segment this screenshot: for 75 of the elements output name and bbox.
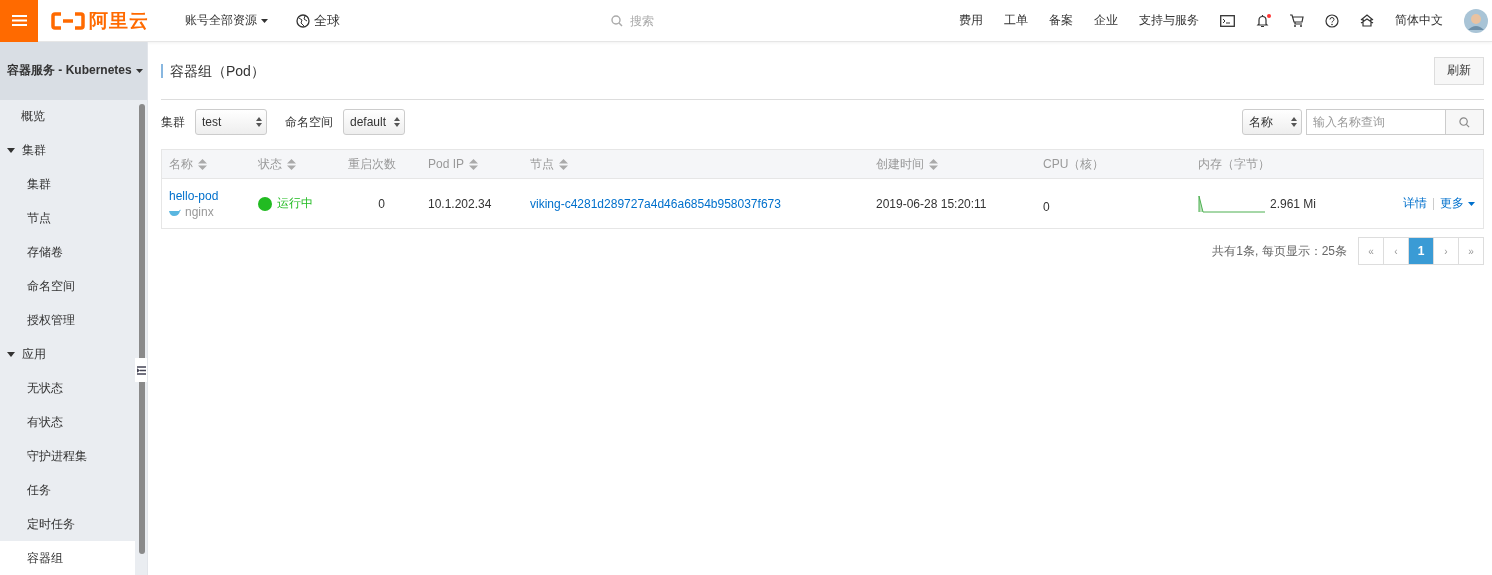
cart-icon[interactable] bbox=[1290, 14, 1304, 27]
sidebar-item[interactable]: 存储卷 bbox=[0, 235, 135, 270]
sidebar-item[interactable]: 有状态 bbox=[0, 405, 135, 440]
sidebar-item[interactable]: 定时任务 bbox=[0, 507, 135, 542]
filter-select[interactable]: default bbox=[343, 109, 406, 135]
sidebar-item[interactable]: 命名空间 bbox=[0, 269, 135, 304]
filter-select[interactable]: test bbox=[195, 109, 267, 135]
collapse-handle-icon[interactable] bbox=[135, 358, 147, 382]
region-selector[interactable]: 全球 bbox=[296, 11, 340, 30]
sort-icon[interactable] bbox=[929, 158, 938, 170]
search-field-select[interactable]: 名称 bbox=[1242, 109, 1302, 135]
menu-button[interactable] bbox=[0, 0, 38, 42]
column-header: 重启次数 bbox=[348, 155, 396, 173]
help-icon[interactable] bbox=[1325, 13, 1339, 28]
table-cell: 0 bbox=[378, 196, 385, 211]
sidebar-item[interactable]: 无状态 bbox=[0, 371, 135, 406]
action-link[interactable]: 更多 bbox=[1440, 195, 1475, 212]
sidebar-item[interactable]: 概览 bbox=[0, 99, 135, 134]
sort-icon[interactable] bbox=[559, 158, 568, 170]
filter-label: 命名空间 bbox=[285, 113, 333, 131]
menu-icon bbox=[11, 15, 27, 26]
status-text: 运行中 bbox=[277, 195, 313, 212]
search-button[interactable] bbox=[1446, 109, 1484, 135]
caret-icon bbox=[261, 18, 268, 23]
nav-link[interactable]: 费用 bbox=[959, 12, 983, 29]
sidebar-item[interactable]: 容器组 bbox=[0, 541, 135, 575]
scrollbar[interactable] bbox=[139, 104, 145, 554]
search-icon bbox=[1459, 116, 1470, 128]
pagination-summary: 共有1条, 每页显示：25条 bbox=[1212, 242, 1347, 260]
avatar-icon[interactable] bbox=[1464, 8, 1488, 33]
pod-name-link[interactable]: hello-pod bbox=[169, 188, 219, 203]
table-cell: 10.1.202.34 bbox=[428, 196, 492, 211]
sidebar-item[interactable]: 守护进程集 bbox=[0, 439, 135, 474]
language-selector[interactable]: 简体中文 bbox=[1395, 12, 1443, 29]
memory-sparkline bbox=[1198, 194, 1266, 213]
sidebar-item[interactable]: 任务 bbox=[0, 473, 135, 508]
search-icon bbox=[611, 14, 623, 27]
table-cell: 0 bbox=[1043, 199, 1050, 214]
table-cell: 2019-06-28 15:20:11 bbox=[876, 196, 987, 211]
column-header: CPU（核） bbox=[1043, 155, 1105, 173]
logo-icon bbox=[51, 11, 85, 30]
select-arrows-icon bbox=[394, 117, 401, 127]
caret-icon bbox=[7, 351, 15, 357]
caret-icon bbox=[7, 148, 15, 154]
home-icon[interactable] bbox=[1360, 14, 1374, 27]
table-cell: 2.961 Mi bbox=[1270, 196, 1317, 211]
page-title: 容器组（Pod） bbox=[161, 63, 265, 78]
image-name: nginx bbox=[185, 204, 214, 219]
account-menu[interactable]: 账号全部资源 bbox=[185, 12, 268, 29]
sidebar-item[interactable]: 授权管理 bbox=[0, 303, 135, 338]
select-arrows-icon bbox=[1291, 117, 1297, 127]
node-link[interactable]: viking-c4281d289727a4d46a6854b958037f673 bbox=[530, 196, 781, 211]
bell-icon[interactable] bbox=[1256, 13, 1269, 28]
sidebar-item[interactable]: 集群 bbox=[0, 167, 135, 202]
search-field[interactable]: 输入名称查询 bbox=[1306, 109, 1446, 135]
nav-link[interactable]: 备案 bbox=[1049, 12, 1073, 29]
nav-link[interactable]: 支持与服务 bbox=[1139, 12, 1199, 29]
terminal-icon[interactable] bbox=[1220, 14, 1235, 27]
sidebar-title[interactable]: 容器服务 - Kubernetes bbox=[0, 42, 147, 100]
filter-label: 集群 bbox=[161, 113, 185, 131]
caret-icon bbox=[1468, 201, 1475, 206]
refresh-button[interactable]: 刷新 bbox=[1434, 56, 1484, 85]
sidebar-item[interactable]: 集群 bbox=[0, 133, 135, 168]
action-link[interactable]: 详情 bbox=[1403, 195, 1427, 212]
column-header: 内存（字节） bbox=[1198, 155, 1270, 173]
nav-link[interactable]: 工单 bbox=[1004, 12, 1028, 29]
nav-link[interactable]: 企业 bbox=[1094, 12, 1118, 29]
select-arrows-icon bbox=[256, 117, 262, 127]
sort-icon[interactable] bbox=[198, 158, 207, 170]
caret-icon bbox=[135, 68, 143, 73]
sort-icon[interactable] bbox=[469, 158, 479, 170]
globe-icon bbox=[296, 13, 310, 28]
sidebar-item[interactable]: 节点 bbox=[0, 201, 135, 236]
sidebar-item[interactable]: 应用 bbox=[0, 337, 135, 372]
sort-icon[interactable] bbox=[287, 158, 296, 170]
